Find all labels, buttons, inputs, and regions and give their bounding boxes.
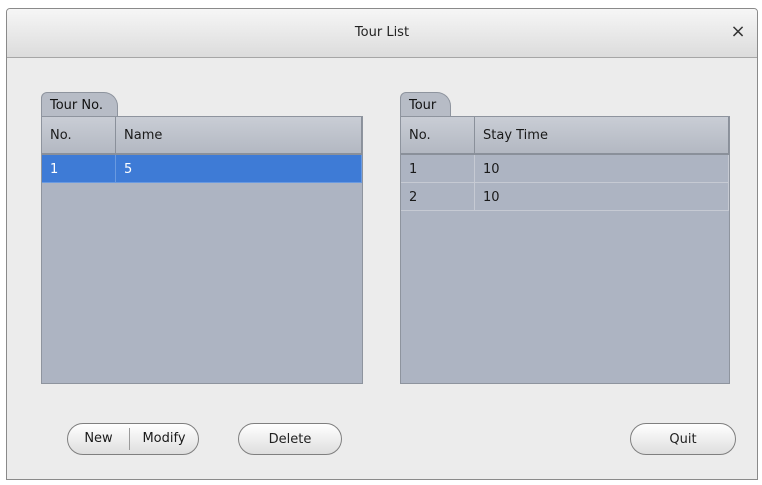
- close-icon[interactable]: ×: [727, 21, 749, 43]
- table-row[interactable]: 2 10: [401, 183, 729, 211]
- tab-tour[interactable]: Tour: [400, 92, 452, 117]
- table-row[interactable]: 1 10: [401, 155, 729, 183]
- cell-stay-time: 10: [475, 183, 729, 211]
- tour-panel: Tour No. Stay Time 1 10 2 10: [400, 92, 730, 384]
- tab-tour-no[interactable]: Tour No.: [41, 92, 118, 117]
- cell-no: 1: [42, 155, 116, 183]
- title-bar[interactable]: Tour List ×: [7, 9, 757, 58]
- table-row[interactable]: 1 5: [42, 155, 362, 183]
- table-header: No. Stay Time: [401, 117, 729, 155]
- modify-button[interactable]: Modify: [130, 424, 198, 454]
- delete-button[interactable]: Delete: [238, 423, 342, 455]
- cell-name: 5: [116, 155, 362, 183]
- column-header-no[interactable]: No.: [42, 117, 116, 153]
- new-button[interactable]: New: [68, 424, 129, 454]
- dialog-title: Tour List: [354, 25, 410, 40]
- cell-no: 1: [401, 155, 475, 183]
- tour-no-table: No. Name 1 5: [41, 116, 363, 384]
- column-header-stay-time[interactable]: Stay Time: [475, 117, 729, 153]
- quit-button[interactable]: Quit: [630, 423, 736, 455]
- column-header-name[interactable]: Name: [116, 117, 362, 153]
- table-header: No. Name: [42, 117, 362, 155]
- cell-stay-time: 10: [475, 155, 729, 183]
- tour-no-panel: Tour No. No. Name 1 5: [41, 92, 363, 384]
- cell-no: 2: [401, 183, 475, 211]
- column-header-no[interactable]: No.: [401, 117, 475, 153]
- tour-list-dialog: Tour List × Tour No. No. Name 1 5 Tour N…: [6, 8, 758, 480]
- tour-table: No. Stay Time 1 10 2 10: [400, 116, 730, 384]
- new-modify-button-group: New Modify: [67, 423, 199, 455]
